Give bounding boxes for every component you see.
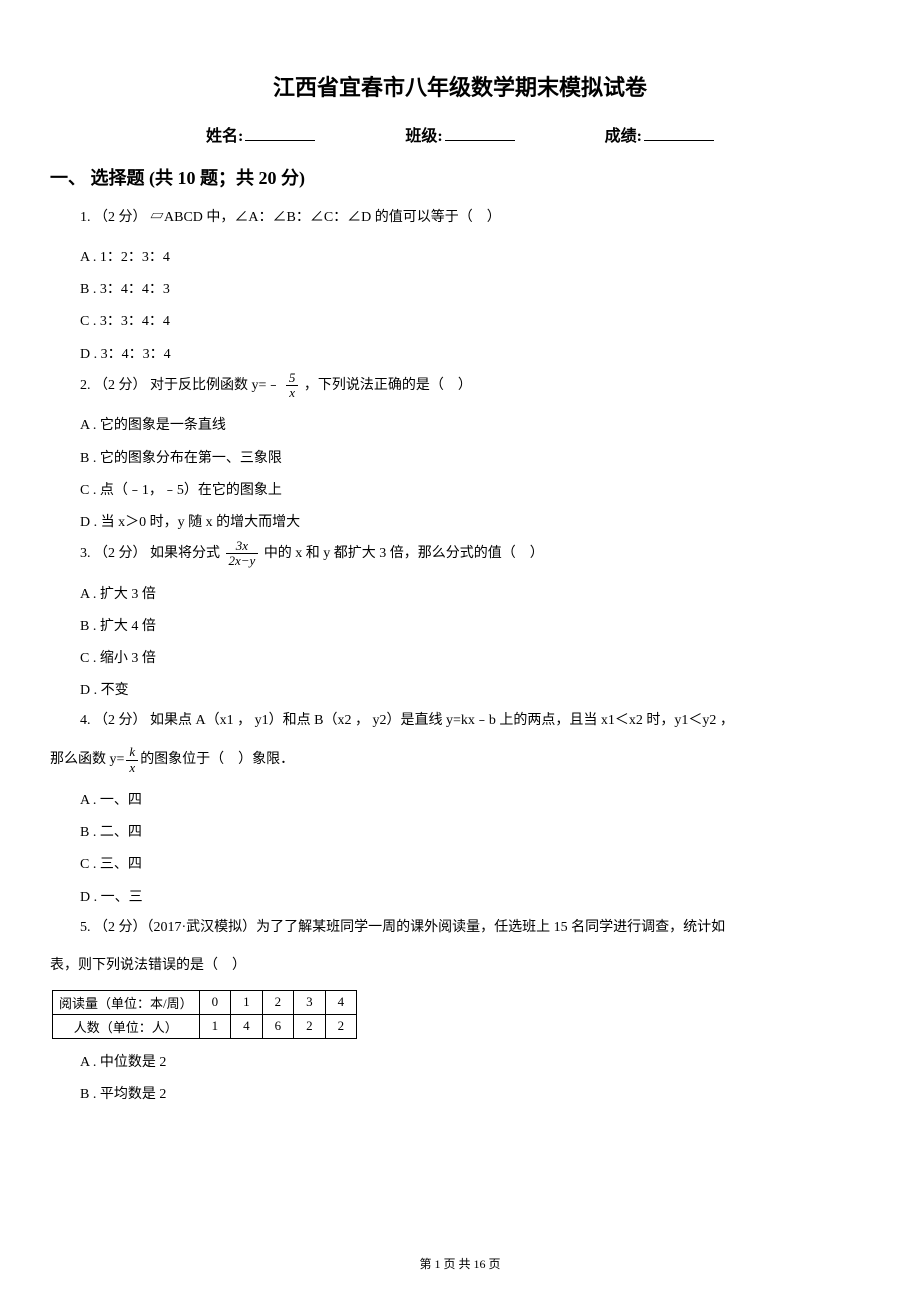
header-fields: 姓名: 班级: 成绩: (50, 122, 870, 146)
fraction-icon: 5 x (286, 371, 299, 401)
q2-option-c: C . 点（﹣1，﹣5）在它的图象上 (80, 475, 870, 507)
name-field: 姓名: (206, 122, 315, 146)
q1-option-c: C . 3：3：4：4 (80, 306, 870, 338)
table-cell: 2 (294, 1014, 326, 1038)
q2-option-a: A . 它的图象是一条直线 (80, 410, 870, 442)
q3-text-pre: 3. （2 分） 如果将分式 (80, 546, 224, 561)
q2-text-post: ，下列说法正确的是（ ） (304, 378, 472, 393)
q3-option-b: B . 扩大 4 倍 (80, 611, 870, 643)
q5-text-line1: 5. （2 分）（2017·武汉模拟）为了了解某班同学一周的课外阅读量，任选班上… (80, 920, 725, 935)
table-cell: 3 (294, 990, 326, 1014)
q2-option-d: D . 当 x＞0 时，y 随 x 的增大而增大 (80, 507, 870, 539)
q5-table: 阅读量（单位：本/周） 0 1 2 3 4 人数（单位：人） 1 4 6 2 2 (52, 990, 357, 1039)
table-cell: 1 (231, 990, 263, 1014)
table-row: 阅读量（单位：本/周） 0 1 2 3 4 (53, 990, 357, 1014)
q2-text-pre: 2. （2 分） 对于反比例函数 y=﹣ (80, 378, 280, 393)
question-5-line1: 5. （2 分）（2017·武汉模拟）为了了解某班同学一周的课外阅读量，任选班上… (80, 914, 870, 942)
page-title: 江西省宜春市八年级数学期末模拟试卷 (50, 70, 870, 102)
question-5-line2: 表，则下列说法错误的是（ ） (50, 952, 870, 980)
q4-option-d: D . 一、三 (80, 882, 870, 914)
q4-text-pre: 那么函数 y= (50, 752, 124, 767)
q3-text-post: 中的 x 和 y 都扩大 3 倍，那么分式的值（ ） (264, 546, 544, 561)
question-1: 1. （2 分） ▱ABCD 中，∠A：∠B：∠C：∠D 的值可以等于（ ） (80, 204, 870, 232)
table-cell: 2 (262, 990, 294, 1014)
q3-option-d: D . 不变 (80, 675, 870, 707)
table-header-reading: 阅读量（单位：本/周） (53, 990, 200, 1014)
score-field: 成绩: (605, 122, 714, 146)
table-cell: 4 (325, 990, 357, 1014)
q3-option-c: C . 缩小 3 倍 (80, 643, 870, 675)
section-heading: 一、 选择题 (共 10 题；共 20 分) (50, 164, 870, 190)
table-row: 人数（单位：人） 1 4 6 2 2 (53, 1014, 357, 1038)
question-text: 1. （2 分） ▱ABCD 中，∠A：∠B：∠C：∠D 的值可以等于（ ） (80, 210, 501, 225)
q4-option-b: B . 二、四 (80, 817, 870, 849)
q1-option-a: A . 1：2：3：4 (80, 242, 870, 274)
table-cell: 6 (262, 1014, 294, 1038)
q4-option-a: A . 一、四 (80, 785, 870, 817)
question-4-line2: 那么函数 y= k x 的图象位于（ ）象限． (50, 745, 870, 775)
q3-option-a: A . 扩大 3 倍 (80, 579, 870, 611)
q5-option-a: A . 中位数是 2 (80, 1047, 870, 1079)
table-cell: 1 (199, 1014, 231, 1038)
fraction-icon: 3x 2x−y (226, 539, 259, 569)
q5-text-line2: 表，则下列说法错误的是（ ） (50, 958, 246, 973)
q2-option-b: B . 它的图象分布在第一、三象限 (80, 443, 870, 475)
table-cell: 0 (199, 990, 231, 1014)
table-cell: 2 (325, 1014, 357, 1038)
fraction-icon: k x (126, 745, 138, 775)
question-2: 2. （2 分） 对于反比例函数 y=﹣ 5 x ，下列说法正确的是（ ） (80, 371, 870, 401)
q4-text-line1: 4. （2 分） 如果点 A（x1 ， y1）和点 B（x2 ， y2）是直线 … (80, 713, 734, 728)
q1-option-d: D . 3：4：3：4 (80, 339, 870, 371)
class-field: 班级: (405, 122, 514, 146)
question-4-line1: 4. （2 分） 如果点 A（x1 ， y1）和点 B（x2 ， y2）是直线 … (80, 707, 870, 735)
q5-option-b: B . 平均数是 2 (80, 1079, 870, 1111)
q1-option-b: B . 3：4：4：3 (80, 274, 870, 306)
q4-option-c: C . 三、四 (80, 849, 870, 881)
table-header-count: 人数（单位：人） (53, 1014, 200, 1038)
page-footer: 第 1 页 共 16 页 (0, 1255, 920, 1272)
table-cell: 4 (231, 1014, 263, 1038)
q4-text-post: 的图象位于（ ）象限． (140, 752, 294, 767)
question-3: 3. （2 分） 如果将分式 3x 2x−y 中的 x 和 y 都扩大 3 倍，… (80, 539, 870, 569)
